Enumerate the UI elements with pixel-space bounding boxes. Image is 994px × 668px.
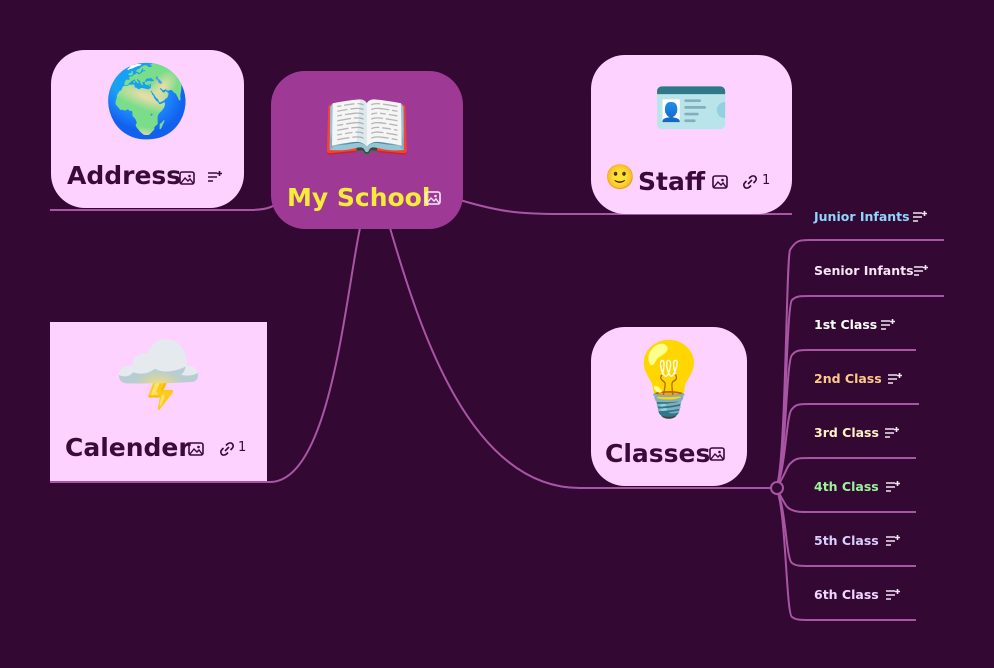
node-calender[interactable]: 🌩️ Calender 1 — [50, 322, 267, 481]
notes-icon[interactable] — [887, 372, 903, 386]
branch-5th — [775, 487, 916, 567]
class-leaf-label[interactable]: 2nd Class — [814, 371, 882, 386]
image-icon[interactable] — [709, 447, 725, 461]
node-address-title: Address — [67, 161, 182, 190]
node-staff[interactable]: 🪪 🙂 Staff 1 — [591, 55, 792, 214]
notes-icon[interactable] — [885, 480, 901, 494]
notes-icon[interactable] — [885, 588, 901, 602]
notes-icon[interactable] — [912, 210, 928, 224]
class-leaf-label[interactable]: Senior Infants — [814, 263, 914, 278]
notes-icon[interactable] — [885, 534, 901, 548]
class-leaf-label[interactable]: 6th Class — [814, 587, 879, 602]
node-calender-title: Calender — [65, 433, 191, 462]
node-classes-title: Classes — [605, 439, 711, 468]
id-card-icon: 🪪 — [652, 71, 731, 144]
notes-icon[interactable] — [913, 264, 929, 278]
open-book-icon: 📖 — [322, 85, 412, 169]
storm-cloud-icon: 🌩️ — [113, 332, 204, 416]
node-central[interactable]: 📖 My School — [271, 71, 463, 229]
image-icon[interactable] — [179, 171, 195, 185]
image-icon[interactable] — [712, 175, 728, 189]
image-icon[interactable] — [188, 442, 204, 456]
light-bulb-icon: 💡 — [624, 337, 714, 421]
branch-2nd — [775, 403, 919, 489]
class-leaf-label[interactable]: 3rd Class — [814, 425, 879, 440]
class-leaf-label[interactable]: 5th Class — [814, 533, 879, 548]
class-leaf-label[interactable]: 4th Class — [814, 479, 879, 494]
node-classes[interactable]: 💡 Classes — [591, 327, 747, 486]
globe-icon: 🌍 — [103, 60, 192, 142]
link-icon[interactable] — [219, 442, 235, 456]
node-central-title: My School — [287, 183, 431, 212]
node-staff-title: Staff — [638, 167, 706, 196]
staff-link-count: 1 — [762, 173, 771, 188]
class-leaf-label[interactable]: Junior Infants — [814, 209, 910, 224]
class-leaf-label[interactable]: 1st Class — [814, 317, 877, 332]
node-address[interactable]: 🌍 Address — [51, 50, 244, 208]
notes-icon[interactable] — [207, 170, 223, 184]
smiley-icon: 🙂 — [605, 163, 635, 191]
calender-link-count: 1 — [238, 440, 247, 455]
link-icon[interactable] — [742, 175, 758, 189]
classes-collapse-toggle[interactable] — [770, 481, 784, 495]
image-icon[interactable] — [425, 191, 441, 205]
notes-icon[interactable] — [880, 318, 896, 332]
notes-icon[interactable] — [884, 426, 900, 440]
